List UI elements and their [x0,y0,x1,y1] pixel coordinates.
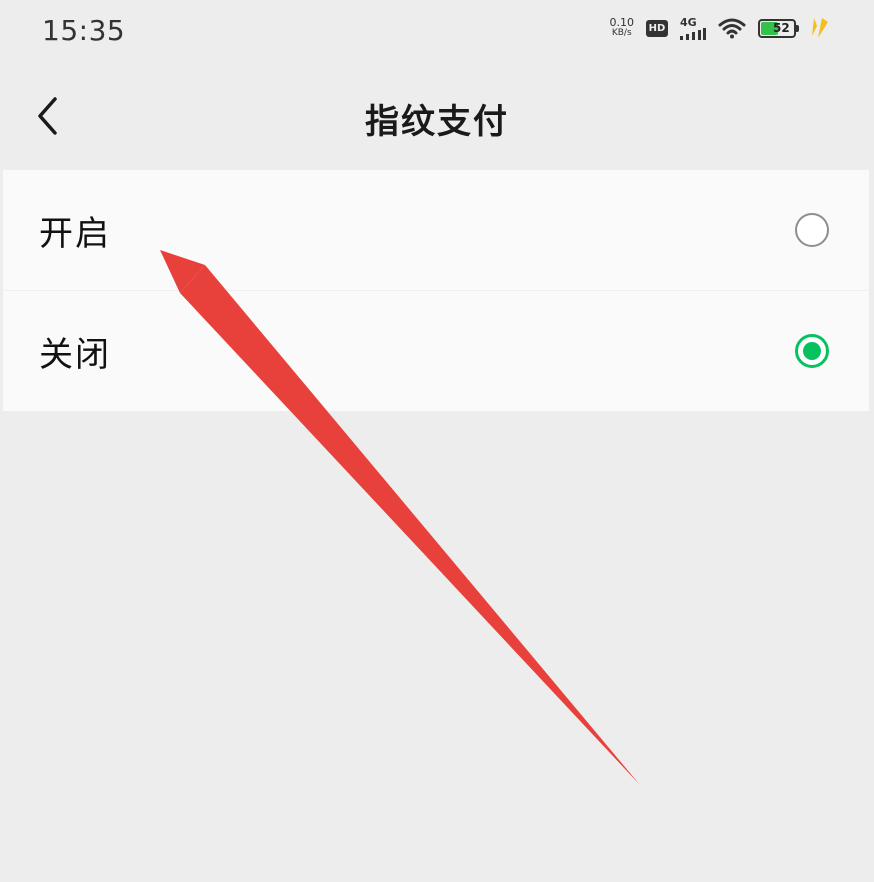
option-enable-label: 开启 [39,213,111,254]
charging-icon [812,18,828,38]
battery-icon: 52 [758,18,799,38]
wifi-icon [718,18,746,39]
hd-icon: HD [646,19,668,37]
network-speed-unit: KB/s [611,28,632,38]
option-disable-label: 关闭 [39,334,111,375]
battery-level: 52 [773,21,790,35]
signal-bars-icon [680,27,706,40]
status-icons: 0.10 KB/s HD 4G 52 [610,16,831,40]
status-time: 15:35 [42,14,126,47]
screen: 15:35 0.10 KB/s HD 4G 52 指纹支付 开启 关闭 [0,0,874,882]
option-enable-radio[interactable] [795,213,829,247]
network-speed-value: 0.10 [609,16,635,29]
page-title: 指纹支付 [365,102,509,142]
option-enable[interactable]: 开启 [3,170,869,290]
option-list: 开启 关闭 [3,170,869,411]
radio-selected-dot [803,342,821,360]
option-disable-radio[interactable] [795,334,829,368]
title-bar: 指纹支付 [0,64,874,168]
status-bar: 15:35 0.10 KB/s HD 4G 52 [0,0,874,64]
network-type-label: 4G [680,15,697,29]
option-disable[interactable]: 关闭 [3,290,869,411]
signal-icon: 4G [680,17,706,40]
network-speed: 0.10 KB/s [610,17,635,39]
